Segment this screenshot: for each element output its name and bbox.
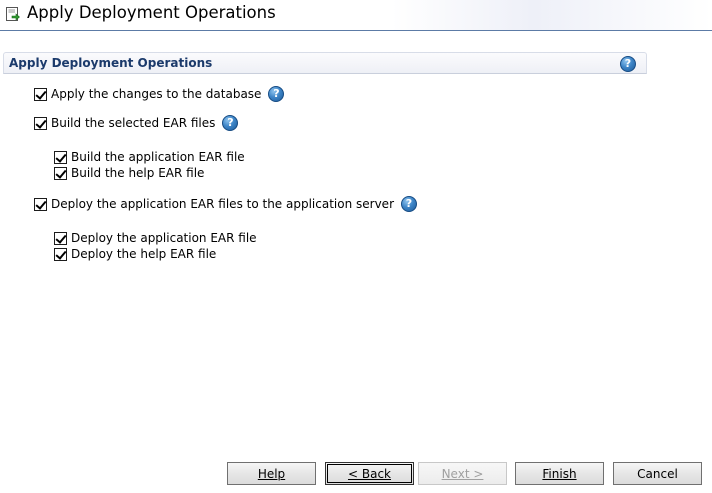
build-ear-checkbox[interactable] — [34, 116, 47, 130]
back-button-label: < Back — [347, 466, 391, 481]
finish-button-label: Finish — [542, 466, 577, 481]
build-help-ear-label[interactable]: Build the help EAR file — [71, 166, 204, 180]
option-deploy-ear: Deploy the application EAR files to the … — [34, 196, 417, 212]
help-button-label: Help — [257, 466, 286, 481]
finish-button[interactable]: Finish — [515, 462, 604, 485]
build-help-ear-checkbox[interactable] — [54, 166, 67, 180]
deploy-app-ear-label[interactable]: Deploy the application EAR file — [71, 231, 257, 245]
window-title: Apply Deployment Operations — [27, 3, 276, 22]
wizard-icon — [6, 7, 20, 21]
deploy-help-ear-checkbox[interactable] — [54, 247, 67, 261]
option-apply-database: Apply the changes to the database ? — [34, 86, 285, 102]
help-icon[interactable]: ? — [620, 56, 636, 72]
option-deploy-help-ear: Deploy the help EAR file — [54, 247, 216, 261]
apply-database-label[interactable]: Apply the changes to the database — [51, 87, 261, 101]
build-app-ear-checkbox[interactable] — [54, 150, 67, 164]
cancel-button-label: Cancel — [637, 466, 678, 481]
option-build-app-ear: Build the application EAR file — [54, 150, 245, 164]
next-button[interactable]: Next > — [418, 462, 507, 485]
deploy-ear-checkbox[interactable] — [34, 197, 47, 211]
section-header: Apply Deployment Operations ? — [3, 52, 647, 74]
option-deploy-app-ear: Deploy the application EAR file — [54, 231, 257, 245]
help-icon[interactable]: ? — [401, 196, 417, 212]
deploy-app-ear-checkbox[interactable] — [54, 231, 67, 245]
back-button[interactable]: < Back — [325, 462, 414, 485]
help-icon[interactable]: ? — [268, 86, 285, 102]
option-build-ear: Build the selected EAR files ? — [34, 115, 239, 131]
help-icon[interactable]: ? — [222, 115, 239, 131]
deploy-help-ear-label[interactable]: Deploy the help EAR file — [71, 247, 216, 261]
apply-database-checkbox[interactable] — [34, 87, 47, 101]
section-title: Apply Deployment Operations — [9, 56, 213, 70]
cancel-button[interactable]: Cancel — [613, 462, 702, 485]
next-button-label: Next > — [441, 466, 484, 481]
deploy-ear-label[interactable]: Deploy the application EAR files to the … — [51, 197, 394, 211]
help-button[interactable]: Help — [227, 462, 316, 485]
title-bar: Apply Deployment Operations — [0, 0, 712, 31]
build-app-ear-label[interactable]: Build the application EAR file — [71, 150, 245, 164]
build-ear-label[interactable]: Build the selected EAR files — [51, 116, 215, 130]
option-build-help-ear: Build the help EAR file — [54, 166, 204, 180]
